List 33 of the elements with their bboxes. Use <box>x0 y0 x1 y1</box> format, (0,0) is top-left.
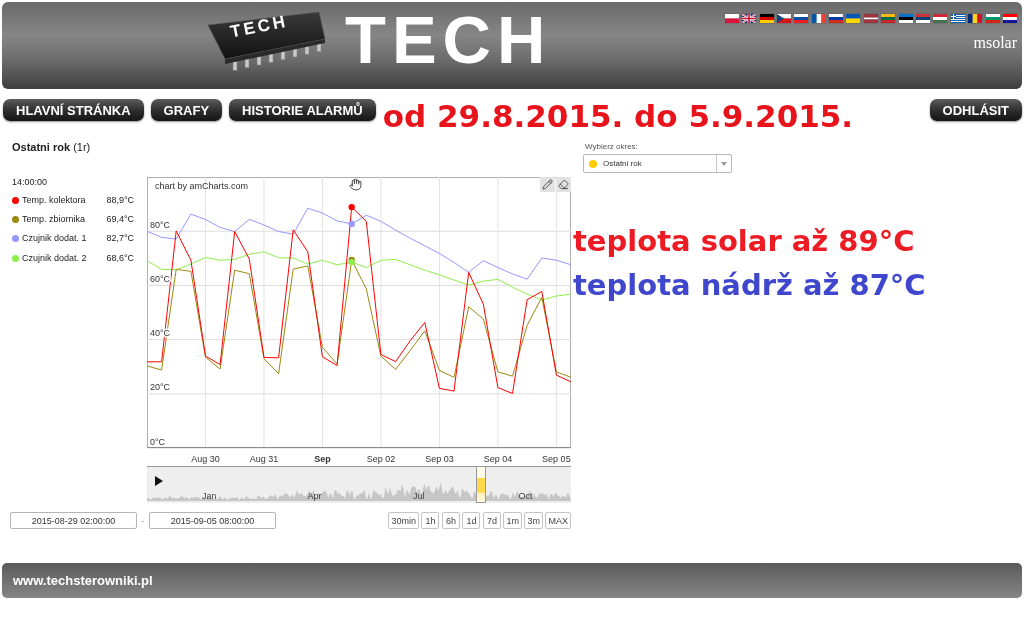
axis-label: Sep <box>314 453 331 464</box>
legend-value: 82,7°C <box>106 233 134 245</box>
user-name: msolar <box>973 34 1017 52</box>
axis-label: Aug 31 <box>249 453 279 464</box>
axis-label: 20°C <box>150 382 171 393</box>
chip-logo-text: TECH <box>228 12 290 41</box>
legend-label: Temp. zbiornika <box>22 214 86 226</box>
annotation-text: teplota nádrž až 87°C <box>573 267 926 304</box>
axis-label: 60°C <box>150 273 171 284</box>
select-label: Wybierz okres: <box>585 142 638 152</box>
axis-label: Sep 05 <box>542 453 571 464</box>
legend-label: Czujnik dodat. 1 <box>22 233 87 245</box>
legend-value: 69,4°C <box>106 214 134 226</box>
axis-label: Jan <box>202 491 217 501</box>
logo-wordmark: TECH <box>345 6 552 73</box>
axis-label: Sep 03 <box>425 453 454 464</box>
axis-label: Aug 30 <box>191 453 220 464</box>
axis-label: 0°C <box>150 436 166 447</box>
period-title: Ostatni rok (1r) <box>11 141 91 154</box>
range-separator: - <box>141 515 145 526</box>
legend-time: 14:00:00 <box>12 177 48 188</box>
axis-label: Sep 02 <box>366 453 396 464</box>
date-range-title: od 29.8.2015. do 5.9.2015. <box>382 101 854 132</box>
axis-label: Sep 04 <box>483 453 513 464</box>
legend-value: 68,6°C <box>106 252 134 264</box>
axis-label: 80°C <box>150 219 171 230</box>
axis-label: Oct <box>518 491 533 501</box>
legend-label: Czujnik dodat. 2 <box>22 252 87 264</box>
annotation-text: teplota solar až 89°C <box>573 223 915 260</box>
legend-label: Temp. kolektora <box>22 195 86 207</box>
axis-label: Jul <box>413 491 425 501</box>
legend-value: 88,9°C <box>106 195 134 207</box>
axis-label: Apr <box>307 491 322 501</box>
